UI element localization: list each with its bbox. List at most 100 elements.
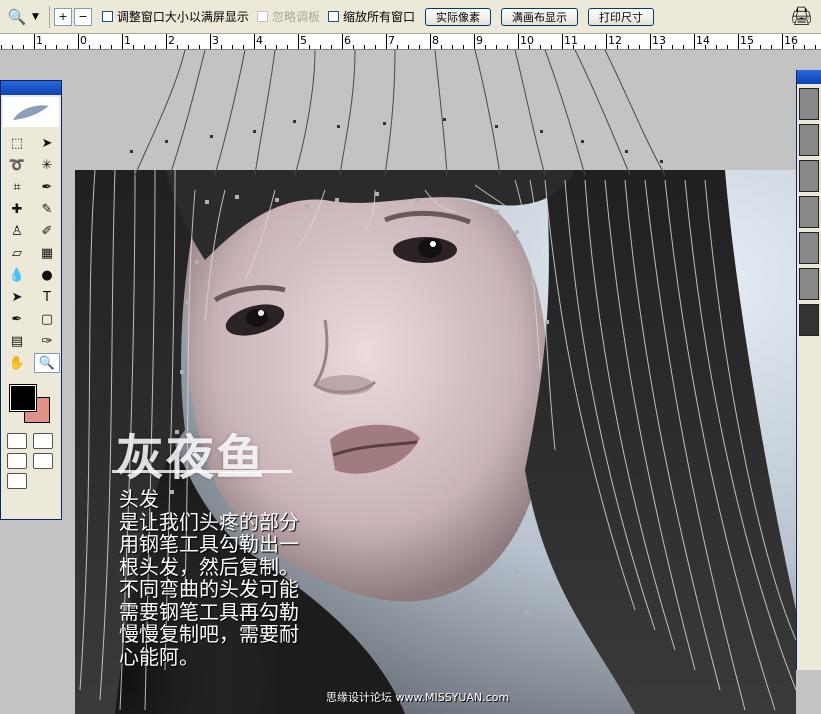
zoom-tool-icon[interactable]: 🔍: [34, 353, 60, 373]
layer-thumbnail[interactable]: [799, 304, 819, 336]
ruler-tick: [507, 45, 508, 49]
watermark-text: 思缘设计论坛 www.MISSYUAN.com: [326, 691, 510, 704]
ruler-tick: [177, 45, 178, 49]
ruler-tick: [34, 34, 35, 49]
ruler-tick: [287, 45, 288, 49]
ruler-tick: [408, 45, 409, 49]
screen-mode-full-button[interactable]: [33, 453, 53, 469]
caption-line: 用钢笔工具勾勒出一: [119, 532, 299, 556]
layer-thumbnail[interactable]: [799, 160, 819, 192]
screen-mode-standard-button[interactable]: [7, 453, 27, 469]
ruler-tick: [386, 34, 387, 49]
divider: [48, 5, 50, 28]
layer-thumbnail[interactable]: [799, 196, 819, 228]
ruler-tick: [78, 34, 79, 49]
horizontal-ruler[interactable]: 1 0 1 2 3 4 5 6 7 8 9 10 11 12 13 14 15 16: [0, 34, 821, 50]
ruler-number: 15: [740, 34, 754, 47]
ruler-tick: [551, 45, 552, 49]
ruler-tick: [56, 45, 57, 49]
pen-tool-icon[interactable]: ✒: [4, 309, 30, 329]
photoshop-window: 🔍 ▼ + − 调整窗口大小以满屏显示 忽略调板 缩放所有窗口 实际像素 满画布…: [0, 0, 821, 714]
ruler-tick: [1, 45, 2, 49]
ruler-tick: [474, 34, 475, 49]
hand-tool-icon[interactable]: ✋: [4, 353, 30, 373]
checkbox-box: [256, 11, 268, 22]
ruler-number: 12: [608, 34, 622, 47]
quick-mask-mode-button[interactable]: [33, 433, 53, 449]
crop-tool-icon[interactable]: ⌗: [4, 177, 30, 197]
checkbox-label: 忽略调板: [271, 10, 320, 24]
ruler-number: 11: [564, 34, 578, 47]
checkbox-box[interactable]: [101, 11, 113, 22]
slice-tool-icon[interactable]: ✒: [34, 177, 60, 197]
toolbox-palette: ⬚ ➤ ➰ ✳ ⌗ ✒ ✚ ✎ ♙ ✐ ▱ ▦ 💧 ● ➤ T ✒ ▢ ▤ ✑ ✋ 🔍: [0, 80, 62, 520]
ruler-tick: [562, 34, 563, 49]
fit-screen-button[interactable]: 满画布显示: [500, 7, 578, 26]
path-selection-tool-icon[interactable]: ➤: [4, 287, 30, 307]
checkbox-label: 缩放所有窗口: [342, 10, 415, 24]
magic-wand-tool-icon[interactable]: ✳: [34, 155, 60, 175]
ruler-tick: [760, 45, 761, 49]
ruler-tick: [133, 45, 134, 49]
type-tool-icon[interactable]: T: [34, 287, 60, 307]
zoom-all-windows-checkbox[interactable]: 缩放所有窗口: [327, 8, 415, 25]
ruler-number: 3: [212, 34, 219, 47]
ruler-tick: [397, 45, 398, 49]
ruler-tick: [716, 45, 717, 49]
ruler-tick: [540, 45, 541, 49]
imageready-button[interactable]: [7, 473, 27, 489]
healing-brush-tool-icon[interactable]: ✚: [4, 199, 30, 219]
ruler-number: 2: [168, 34, 175, 47]
ruler-tick: [342, 34, 343, 49]
caption-line: 不同弯曲的头发可能: [119, 577, 299, 601]
ruler-number: 0: [80, 34, 87, 47]
eyedropper-tool-icon[interactable]: ✑: [34, 331, 60, 351]
standard-mode-button[interactable]: [7, 433, 27, 449]
lasso-tool-icon[interactable]: ➰: [4, 155, 30, 175]
ruler-number: 10: [520, 34, 534, 47]
logo-underline: [112, 470, 292, 473]
checkbox-box[interactable]: [327, 11, 339, 22]
move-tool-icon[interactable]: ➤: [34, 133, 60, 153]
feather-logo-icon[interactable]: [3, 97, 59, 127]
tool-grid: ⬚ ➤ ➰ ✳ ⌗ ✒ ✚ ✎ ♙ ✐ ▱ ▦ 💧 ● ➤ T ✒ ▢ ▤ ✑ ✋ 🔍: [1, 129, 61, 377]
printer-icon[interactable]: 🖨: [790, 6, 813, 27]
jump-to-imageready: [1, 471, 61, 491]
layer-thumbnail[interactable]: [799, 124, 819, 156]
shape-tool-icon[interactable]: ▢: [34, 309, 60, 329]
ruler-tick: [771, 45, 772, 49]
ruler-tick: [364, 45, 365, 49]
ruler-tick: [254, 34, 255, 49]
caption-line: 头发: [119, 487, 159, 511]
palette-title-bar[interactable]: [797, 70, 821, 84]
ruler-tick: [639, 45, 640, 49]
zoom-in-button[interactable]: +: [53, 7, 72, 26]
actual-pixels-button[interactable]: 实际像素: [424, 7, 491, 26]
ruler-tick: [353, 45, 354, 49]
ruler-number: 8: [432, 34, 439, 47]
layer-thumbnail[interactable]: [799, 232, 819, 264]
chevron-down-icon[interactable]: ▼: [32, 12, 39, 22]
gradient-tool-icon[interactable]: ▦: [34, 243, 60, 263]
brush-tool-icon[interactable]: ✎: [34, 199, 60, 219]
dodge-tool-icon[interactable]: ●: [34, 265, 60, 285]
blur-tool-icon[interactable]: 💧: [4, 265, 30, 285]
zoom-icon[interactable]: 🔍: [4, 6, 30, 28]
print-size-button[interactable]: 打印尺寸: [587, 7, 654, 26]
ruler-tick: [606, 34, 607, 49]
eraser-tool-icon[interactable]: ▱: [4, 243, 30, 263]
resize-windows-checkbox[interactable]: 调整窗口大小以满屏显示: [101, 8, 249, 25]
ruler-tick: [694, 34, 695, 49]
notes-tool-icon[interactable]: ▤: [4, 331, 30, 351]
zoom-out-button[interactable]: −: [73, 7, 92, 26]
ruler-tick: [804, 45, 805, 49]
layer-thumbnail[interactable]: [799, 88, 819, 120]
layer-thumbnail[interactable]: [799, 268, 819, 300]
marquee-tool-icon[interactable]: ⬚: [4, 133, 30, 153]
ruler-tick: [45, 45, 46, 49]
clone-stamp-tool-icon[interactable]: ♙: [4, 221, 30, 241]
ruler-tick: [221, 45, 222, 49]
foreground-color-swatch[interactable]: [9, 384, 37, 412]
history-brush-tool-icon[interactable]: ✐: [34, 221, 60, 241]
palette-title-bar[interactable]: [1, 81, 61, 95]
